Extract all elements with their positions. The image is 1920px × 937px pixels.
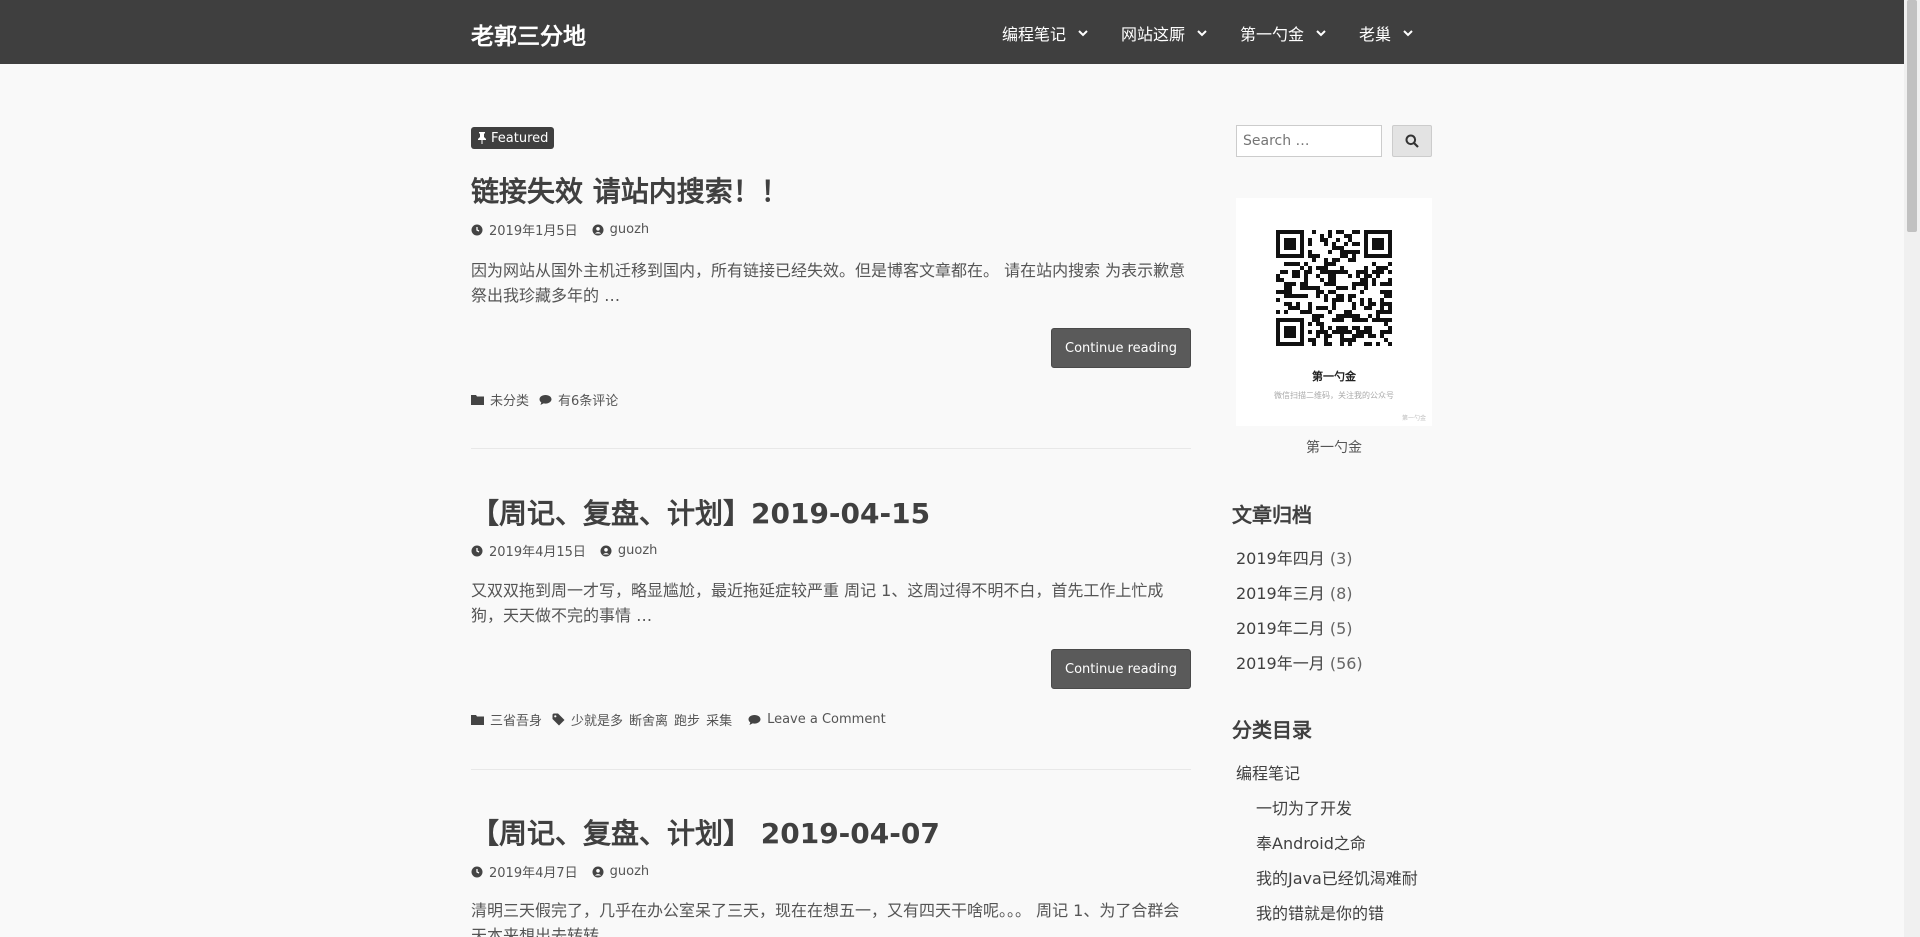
site-title[interactable]: 老郭三分地 — [471, 17, 586, 51]
archive-item[interactable]: 2019年三月 (8) — [1236, 580, 1353, 604]
post-category[interactable]: 三省吾身 — [490, 710, 542, 729]
post-featured: Featured 链接失效 请站内搜索！！ 2019年1月5日 guozh 因为… — [471, 127, 1191, 457]
post-excerpt: 又双双拖到周一才写，略显尴尬，最近拖延症较严重 周记 1、这周过得不明不白，首先… — [471, 581, 1164, 625]
category-item[interactable]: 编程笔记 — [1236, 760, 1300, 784]
comment-icon — [748, 714, 761, 725]
qr-watermark: 第一勺金 — [1401, 415, 1426, 422]
post-weekly-0415: 【周记、复盘、计划】2019-04-15 2019年4月15日 guozh 又双… — [471, 487, 1191, 777]
user-icon — [600, 545, 612, 556]
post-tag[interactable]: 断舍离 — [629, 710, 668, 729]
post-category[interactable]: 未分类 — [490, 390, 529, 409]
archive-count: (8) — [1329, 584, 1353, 603]
search-input[interactable] — [1236, 125, 1382, 157]
chevron-down-icon — [1316, 30, 1326, 37]
post-date[interactable]: 2019年4月15日 — [489, 541, 586, 560]
post-date[interactable]: 2019年4月7日 — [489, 862, 578, 881]
category-item[interactable]: 我的错就是你的错 — [1256, 900, 1384, 924]
search-button[interactable] — [1392, 125, 1432, 157]
featured-badge: Featured — [471, 127, 555, 149]
qr-account-name: 第一勺金 — [1312, 370, 1356, 383]
tag-icon — [552, 713, 565, 726]
chevron-down-icon — [1078, 30, 1088, 37]
post-divider — [471, 448, 1191, 449]
continue-reading-button[interactable]: Continue reading — [1051, 649, 1191, 689]
chevron-down-icon — [1197, 30, 1207, 37]
post-tag[interactable]: 跑步 — [674, 710, 700, 729]
scrollbar-thumb[interactable] — [1907, 0, 1917, 232]
nav-label: 网站这厮 — [1121, 25, 1186, 44]
post-author[interactable]: guozh — [610, 222, 650, 237]
clock-icon — [471, 224, 483, 235]
post-comments-link[interactable]: 有6条评论 — [558, 390, 618, 409]
folder-icon — [471, 395, 484, 405]
archive-count: (3) — [1329, 549, 1353, 568]
post-tag[interactable]: 采集 — [706, 710, 732, 729]
pin-icon — [478, 132, 486, 144]
post-footer: 三省吾身 少就是多 断舍离 跑步 采集 Leave a Comment — [471, 710, 886, 729]
post-author[interactable]: guozh — [610, 864, 650, 879]
featured-label: Featured — [491, 130, 549, 146]
post-meta: 2019年4月7日 guozh — [471, 862, 649, 881]
qr-code-card: 第一勺金 微信扫描二维码，关注我的公众号 第一勺金 — [1236, 198, 1432, 426]
folder-icon — [471, 715, 484, 725]
post-weekly-0407: 【周记、复盘、计划】 2019-04-07 2019年4月7日 guozh 清明… — [471, 807, 1191, 937]
nav-label: 编程笔记 — [1002, 25, 1067, 44]
nav-label: 老巢 — [1359, 25, 1392, 44]
user-icon — [592, 224, 604, 235]
archive-label[interactable]: 2019年二月 — [1236, 619, 1325, 638]
clock-icon — [471, 866, 483, 877]
post-title[interactable]: 【周记、复盘、计划】2019-04-15 — [471, 492, 930, 532]
nav-item-first-gold[interactable]: 第一勺金 — [1240, 21, 1326, 45]
page-scrollbar[interactable] — [1904, 0, 1920, 937]
post-comments-link[interactable]: Leave a Comment — [767, 712, 886, 727]
post-title[interactable]: 链接失效 请站内搜索！！ — [471, 170, 789, 210]
archive-title: 文章归档 — [1232, 503, 1312, 527]
nav-item-home[interactable]: 老巢 — [1359, 21, 1413, 45]
post-excerpt: 因为网站从国外主机迁移到国内，所有链接已经失效。但是博客文章都在。 请在站内搜索… — [471, 261, 1186, 305]
chevron-down-icon — [1403, 30, 1413, 37]
category-title: 分类目录 — [1232, 718, 1312, 742]
nav-label: 第一勺金 — [1240, 25, 1305, 44]
archive-label[interactable]: 2019年一月 — [1236, 654, 1325, 673]
qr-code-image — [1276, 230, 1392, 346]
user-icon — [592, 866, 604, 877]
site-header: 老郭三分地 编程笔记 网站这厮 第一勺金 老巢 — [0, 0, 1904, 64]
post-meta: 2019年1月5日 guozh — [471, 220, 649, 239]
clock-icon — [471, 545, 483, 556]
post-excerpt: 清明三天假完了，几乎在办公室呆了三天，现在在想五一，又有四天干啥呢。。。 周记 … — [471, 901, 1180, 937]
comment-icon — [539, 394, 552, 405]
continue-reading-button[interactable]: Continue reading — [1051, 328, 1191, 368]
nav-item-programming[interactable]: 编程笔记 — [1002, 21, 1088, 45]
qr-hint: 微信扫描二维码，关注我的公众号 — [1274, 391, 1394, 400]
post-footer: 未分类 有6条评论 — [471, 390, 618, 409]
nav-item-site[interactable]: 网站这厮 — [1121, 21, 1207, 45]
category-item[interactable]: 奉Android之命 — [1256, 830, 1366, 854]
post-meta: 2019年4月15日 guozh — [471, 541, 657, 560]
archive-item[interactable]: 2019年四月 (3) — [1236, 545, 1353, 569]
post-author[interactable]: guozh — [618, 543, 658, 558]
category-item[interactable]: 一切为了开发 — [1256, 795, 1352, 819]
post-date[interactable]: 2019年1月5日 — [489, 220, 578, 239]
post-divider — [471, 769, 1191, 770]
archive-item[interactable]: 2019年二月 (5) — [1236, 615, 1353, 639]
archive-item[interactable]: 2019年一月 (56) — [1236, 650, 1363, 674]
archive-count: (5) — [1329, 619, 1353, 638]
archive-label[interactable]: 2019年四月 — [1236, 549, 1325, 568]
post-tag[interactable]: 少就是多 — [571, 710, 623, 729]
post-title[interactable]: 【周记、复盘、计划】 2019-04-07 — [471, 812, 940, 852]
search-icon — [1405, 134, 1419, 148]
qr-caption: 第一勺金 — [1306, 440, 1362, 456]
archive-count: (56) — [1329, 654, 1363, 673]
category-item[interactable]: 我的Java已经饥渴难耐 — [1256, 865, 1418, 889]
archive-label[interactable]: 2019年三月 — [1236, 584, 1325, 603]
